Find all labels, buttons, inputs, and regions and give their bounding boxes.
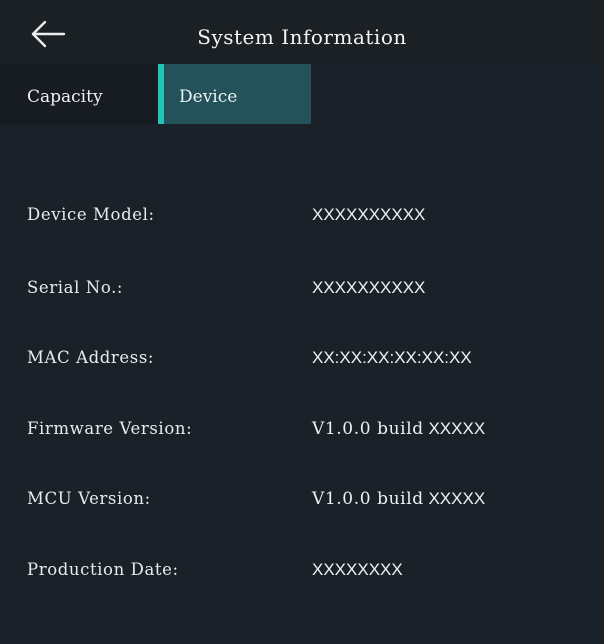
- mcu-build-number: XXXXX: [428, 489, 486, 508]
- tab-capacity[interactable]: Capacity: [0, 64, 158, 124]
- firmware-version-number: V1.0.0 build: [312, 419, 424, 439]
- tab-capacity-label: Capacity: [27, 87, 103, 107]
- page-title: System Information: [197, 25, 407, 49]
- tab-device[interactable]: Device: [158, 64, 311, 124]
- production-date-row: Production Date: XXXXXXXX: [0, 550, 604, 590]
- tab-selected-indicator: [158, 64, 164, 124]
- firmware-version-value: V1.0.0 build XXXXX: [312, 409, 485, 449]
- firmware-version-label: Firmware Version:: [27, 419, 193, 438]
- mcu-version-label: MCU Version:: [27, 489, 151, 508]
- mcu-version-number: V1.0.0 build: [312, 489, 424, 509]
- system-information-screen: System Information Capacity Device Devic…: [0, 0, 604, 644]
- device-model-value: XXXXXXXXXX: [312, 205, 426, 224]
- device-model-row: Device Model: XXXXXXXXXX: [0, 195, 604, 235]
- tab-bar: Capacity Device: [0, 64, 604, 124]
- arrow-left-icon: [31, 20, 66, 48]
- production-date-value: XXXXXXXX: [312, 560, 403, 579]
- production-date-label: Production Date:: [27, 560, 179, 579]
- device-model-label: Device Model:: [27, 205, 155, 224]
- firmware-version-row: Firmware Version: V1.0.0 build XXXXX: [0, 409, 604, 449]
- serial-number-label: Serial No.:: [27, 278, 124, 297]
- back-button[interactable]: [26, 14, 70, 54]
- serial-number-row: Serial No.: XXXXXXXXXX: [0, 268, 604, 308]
- mac-address-row: MAC Address: XX:XX:XX:XX:XX:XX: [0, 338, 604, 378]
- mac-address-value: XX:XX:XX:XX:XX:XX: [312, 348, 472, 367]
- mcu-version-value: V1.0.0 build XXXXX: [312, 479, 485, 519]
- mac-address-label: MAC Address:: [27, 348, 155, 367]
- serial-number-value: XXXXXXXXXX: [312, 278, 426, 297]
- mcu-version-row: MCU Version: V1.0.0 build XXXXX: [0, 479, 604, 519]
- firmware-build-number: XXXXX: [428, 419, 486, 438]
- header-bar: System Information: [0, 0, 604, 64]
- tab-device-label: Device: [179, 87, 238, 107]
